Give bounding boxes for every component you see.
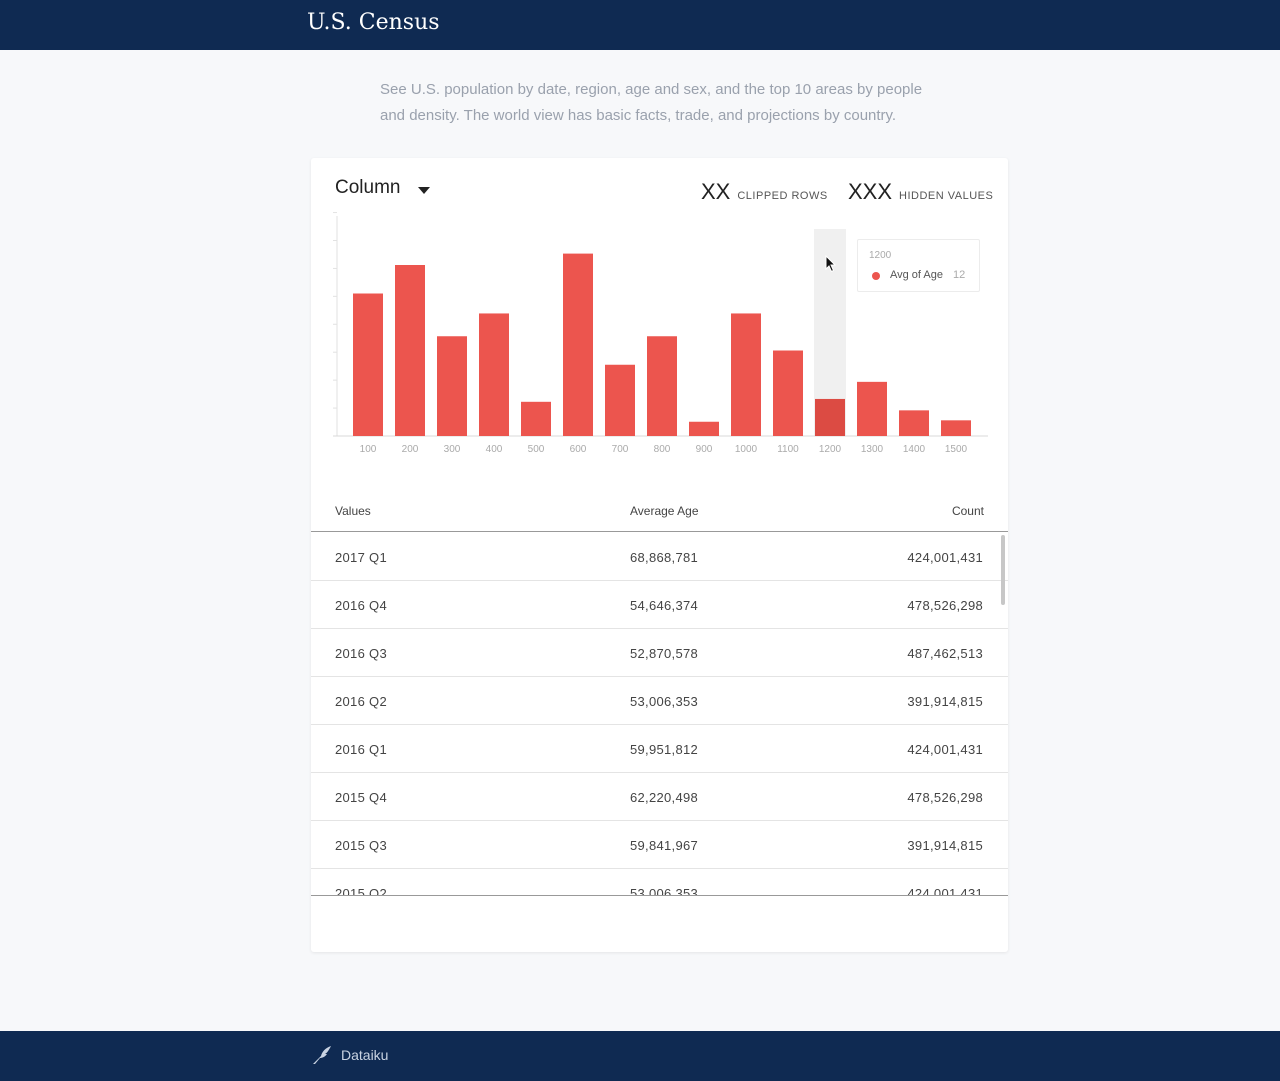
cell-average-age: 68,868,781 — [630, 550, 699, 565]
table-row[interactable]: 2015 Q3 59,841,967 391,914,815 — [311, 821, 1008, 869]
bar-1400[interactable] — [899, 410, 929, 436]
bar-1300[interactable] — [857, 381, 887, 436]
x-tick-label: 100 — [360, 444, 377, 455]
cell-average-age: 53,006,353 — [630, 694, 699, 709]
x-tick-label: 900 — [696, 444, 713, 455]
bar-800[interactable] — [647, 336, 677, 436]
cell-count: 478,526,298 — [907, 790, 983, 805]
footer: Dataiku — [0, 1031, 1280, 1081]
bar-1100[interactable] — [773, 350, 803, 437]
clipped-rows-value: XX — [701, 179, 731, 204]
cell-average-age: 62,220,498 — [630, 790, 699, 805]
cell-average-age: 54,646,374 — [630, 598, 699, 613]
x-tick-label: 600 — [570, 444, 587, 455]
table-row[interactable]: 2016 Q4 54,646,374 478,526,298 — [311, 581, 1008, 629]
table-row[interactable]: 2016 Q1 59,951,812 424,001,431 — [311, 725, 1008, 773]
chart-card: Column XX Clipped Rows XXX Hidden Values… — [311, 158, 1008, 952]
chart-tooltip: 1200 Avg of Age 12 — [857, 239, 980, 292]
cell-count: 391,914,815 — [907, 838, 983, 853]
cell-values: 2016 Q3 — [335, 646, 387, 661]
cell-values: 2017 Q1 — [335, 550, 387, 565]
table-row[interactable]: 2017 Q1 68,868,781 424,001,431 — [311, 533, 1008, 581]
bar-100[interactable] — [353, 293, 383, 437]
chart-type-dropdown[interactable]: Column — [335, 177, 400, 199]
x-tick-label: 1000 — [735, 444, 758, 455]
bar-300[interactable] — [437, 336, 467, 436]
tooltip-value: 12 — [953, 269, 966, 281]
tooltip-series: Avg of Age — [890, 269, 944, 281]
mouse-pointer-icon — [825, 255, 837, 273]
x-tick-label: 400 — [486, 444, 503, 455]
cell-average-age: 52,870,578 — [630, 646, 699, 661]
cell-values: 2016 Q1 — [335, 742, 387, 757]
cell-values: 2015 Q2 — [335, 886, 387, 896]
dataiku-bird-logo-icon — [313, 1046, 331, 1064]
chevron-down-icon[interactable] — [418, 187, 430, 194]
cell-count: 487,462,513 — [907, 646, 983, 661]
cell-values: 2016 Q2 — [335, 694, 387, 709]
column-header-average-age[interactable]: Average Age — [630, 504, 699, 518]
cell-average-age: 59,841,967 — [630, 838, 699, 853]
table-scrollbar[interactable] — [1001, 535, 1005, 605]
x-tick-label: 1300 — [861, 444, 884, 455]
bar-500[interactable] — [521, 401, 551, 436]
x-tick-label: 1500 — [945, 444, 968, 455]
x-tick-label: 300 — [444, 444, 461, 455]
bar-700[interactable] — [605, 364, 635, 436]
x-tick-label: 500 — [528, 444, 545, 455]
x-tick-label: 1200 — [819, 444, 842, 455]
bar-600[interactable] — [563, 253, 593, 436]
x-tick-label: 800 — [654, 444, 671, 455]
cell-count: 424,001,431 — [907, 742, 983, 757]
table-row[interactable]: 2016 Q3 52,870,578 487,462,513 — [311, 629, 1008, 677]
table-header: Values Average Age Count — [311, 493, 1008, 532]
bar-200[interactable] — [395, 265, 425, 436]
hidden-values-stat: XXX Hidden Values — [848, 179, 993, 205]
bar-1200[interactable] — [815, 398, 845, 436]
app-title: U.S. Census — [307, 10, 440, 35]
x-tick-label: 700 — [612, 444, 629, 455]
hidden-values-value: XXX — [848, 179, 893, 204]
cell-average-age: 59,951,812 — [630, 742, 699, 757]
table-body[interactable]: 2017 Q1 68,868,781 424,001,431 2016 Q4 5… — [311, 533, 1008, 896]
table-row[interactable]: 2016 Q2 53,006,353 391,914,815 — [311, 677, 1008, 725]
cell-count: 391,914,815 — [907, 694, 983, 709]
legend-dot-icon — [872, 272, 880, 280]
cell-average-age: 53,006,353 — [630, 886, 699, 896]
intro-text: See U.S. population by date, region, age… — [380, 81, 923, 124]
table-row[interactable]: 2015 Q2 53,006,353 424,001,431 — [311, 869, 1008, 896]
column-header-values[interactable]: Values — [335, 504, 371, 518]
table-row[interactable]: 2015 Q4 62,220,498 478,526,298 — [311, 773, 1008, 821]
column-header-count[interactable]: Count — [952, 504, 984, 518]
hidden-values-label: Hidden Values — [899, 190, 994, 202]
cell-count: 424,001,431 — [907, 886, 983, 896]
x-tick-label: 1400 — [903, 444, 926, 455]
cell-values: 2015 Q4 — [335, 790, 387, 805]
tooltip-category: 1200 — [869, 250, 892, 261]
cell-count: 478,526,298 — [907, 598, 983, 613]
bar-400[interactable] — [479, 313, 509, 436]
cell-count: 424,001,431 — [907, 550, 983, 565]
bar-1000[interactable] — [731, 313, 761, 436]
footer-brand: Dataiku — [341, 1047, 389, 1063]
clipped-rows-stat: XX Clipped Rows — [701, 179, 828, 205]
x-tick-label: 1100 — [777, 444, 799, 455]
bar-1500[interactable] — [941, 420, 971, 436]
x-tick-label: 200 — [402, 444, 419, 455]
cell-values: 2015 Q3 — [335, 838, 387, 853]
cell-values: 2016 Q4 — [335, 598, 387, 613]
clipped-rows-label: Clipped Rows — [737, 190, 828, 202]
top-bar: U.S. Census — [0, 0, 1280, 50]
bar-900[interactable] — [689, 421, 719, 436]
